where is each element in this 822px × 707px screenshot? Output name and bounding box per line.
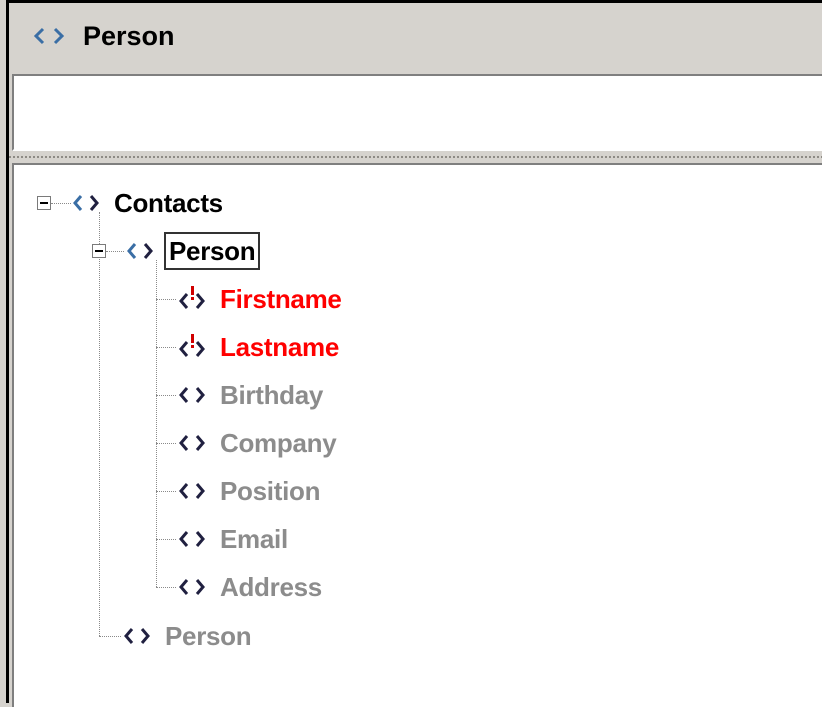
panel-splitter[interactable] — [9, 153, 822, 161]
tree-node-label: Email — [220, 524, 288, 554]
tree-connector — [156, 443, 176, 444]
element-brackets-icon — [176, 527, 208, 551]
tree-node-person-selected[interactable]: Person — [124, 231, 261, 271]
element-brackets-icon — [121, 624, 153, 648]
tree-node-lastname[interactable]: Lastname — [176, 327, 343, 367]
element-brackets-icon — [176, 383, 208, 407]
tree-connector — [99, 636, 121, 637]
tree-connector — [156, 395, 176, 396]
header-title: Person — [83, 20, 175, 51]
value-input[interactable] — [12, 74, 822, 151]
tree-node-contacts[interactable]: Contacts — [70, 183, 227, 223]
tree-connector — [156, 299, 176, 300]
element-brackets-icon — [124, 239, 156, 263]
tree-node-label: Address — [220, 572, 322, 602]
tree-connector — [156, 491, 176, 492]
element-tree[interactable]: Contacts Person Firstname Lastname Birth… — [12, 163, 822, 707]
required-element-icon — [176, 334, 208, 359]
tree-connector — [156, 587, 176, 588]
tree-node-position[interactable]: Position — [176, 471, 324, 511]
tree-connector — [156, 260, 157, 587]
tree-node-person[interactable]: Person — [121, 616, 255, 656]
tree-connector — [156, 347, 176, 348]
tree-node-label: Position — [220, 476, 321, 506]
tree-node-company[interactable]: Company — [176, 423, 340, 463]
element-brackets-icon — [176, 575, 208, 599]
element-brackets-icon — [29, 24, 69, 48]
tree-node-firstname[interactable]: Firstname — [176, 279, 346, 319]
tree-node-birthday[interactable]: Birthday — [176, 375, 327, 415]
tree-connector — [99, 212, 100, 636]
tree-node-email[interactable]: Email — [176, 519, 292, 559]
element-brackets-icon — [176, 431, 208, 455]
tree-node-address[interactable]: Address — [176, 567, 326, 607]
collapse-person-toggle[interactable] — [92, 244, 106, 258]
tree-connector — [51, 203, 71, 204]
required-element-icon — [176, 286, 208, 311]
tree-node-label: Firstname — [220, 284, 342, 314]
tree-node-label: Person — [165, 621, 252, 651]
element-brackets-icon — [70, 191, 102, 215]
collapse-contacts-toggle[interactable] — [37, 196, 51, 210]
tree-node-label: Contacts — [114, 188, 223, 218]
tree-connector — [106, 251, 124, 252]
element-header: Person — [9, 3, 822, 69]
tree-node-label: Lastname — [220, 332, 339, 362]
tree-node-label: Birthday — [220, 380, 324, 410]
editor-window: Person Contacts Person Firstname Lastnam… — [6, 0, 822, 707]
tree-connector — [156, 539, 176, 540]
tree-node-label: Person — [164, 232, 261, 270]
tree-node-label: Company — [220, 428, 337, 458]
element-brackets-icon — [176, 479, 208, 503]
